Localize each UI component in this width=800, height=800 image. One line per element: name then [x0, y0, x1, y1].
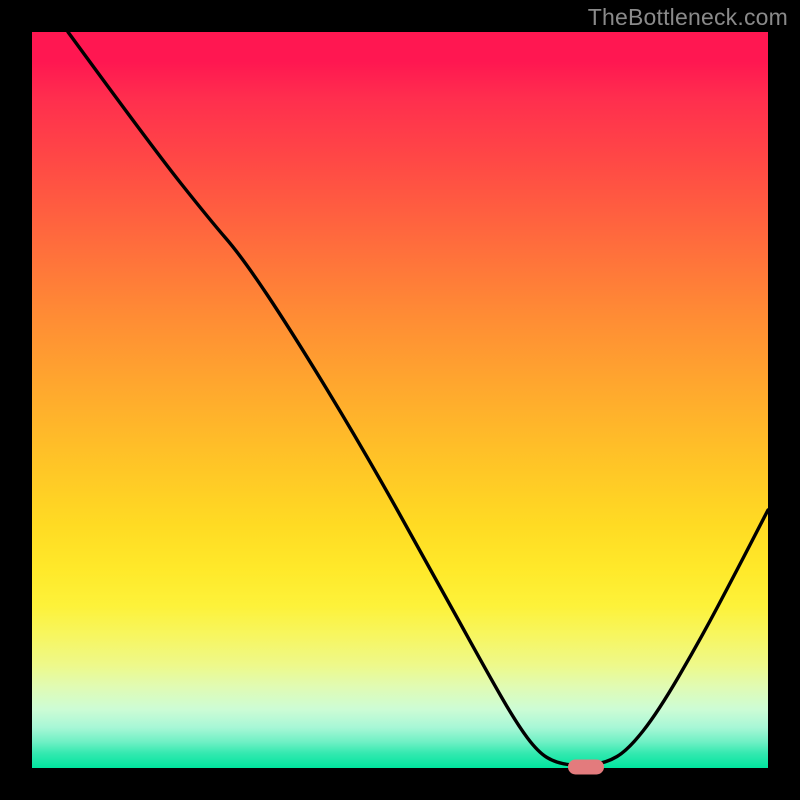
curve-layer — [32, 32, 768, 768]
bottleneck-curve — [68, 32, 768, 765]
chart-canvas: TheBottleneck.com — [0, 0, 800, 800]
watermark-text: TheBottleneck.com — [588, 4, 788, 31]
plot-area — [32, 32, 768, 768]
optimum-marker — [568, 760, 604, 775]
